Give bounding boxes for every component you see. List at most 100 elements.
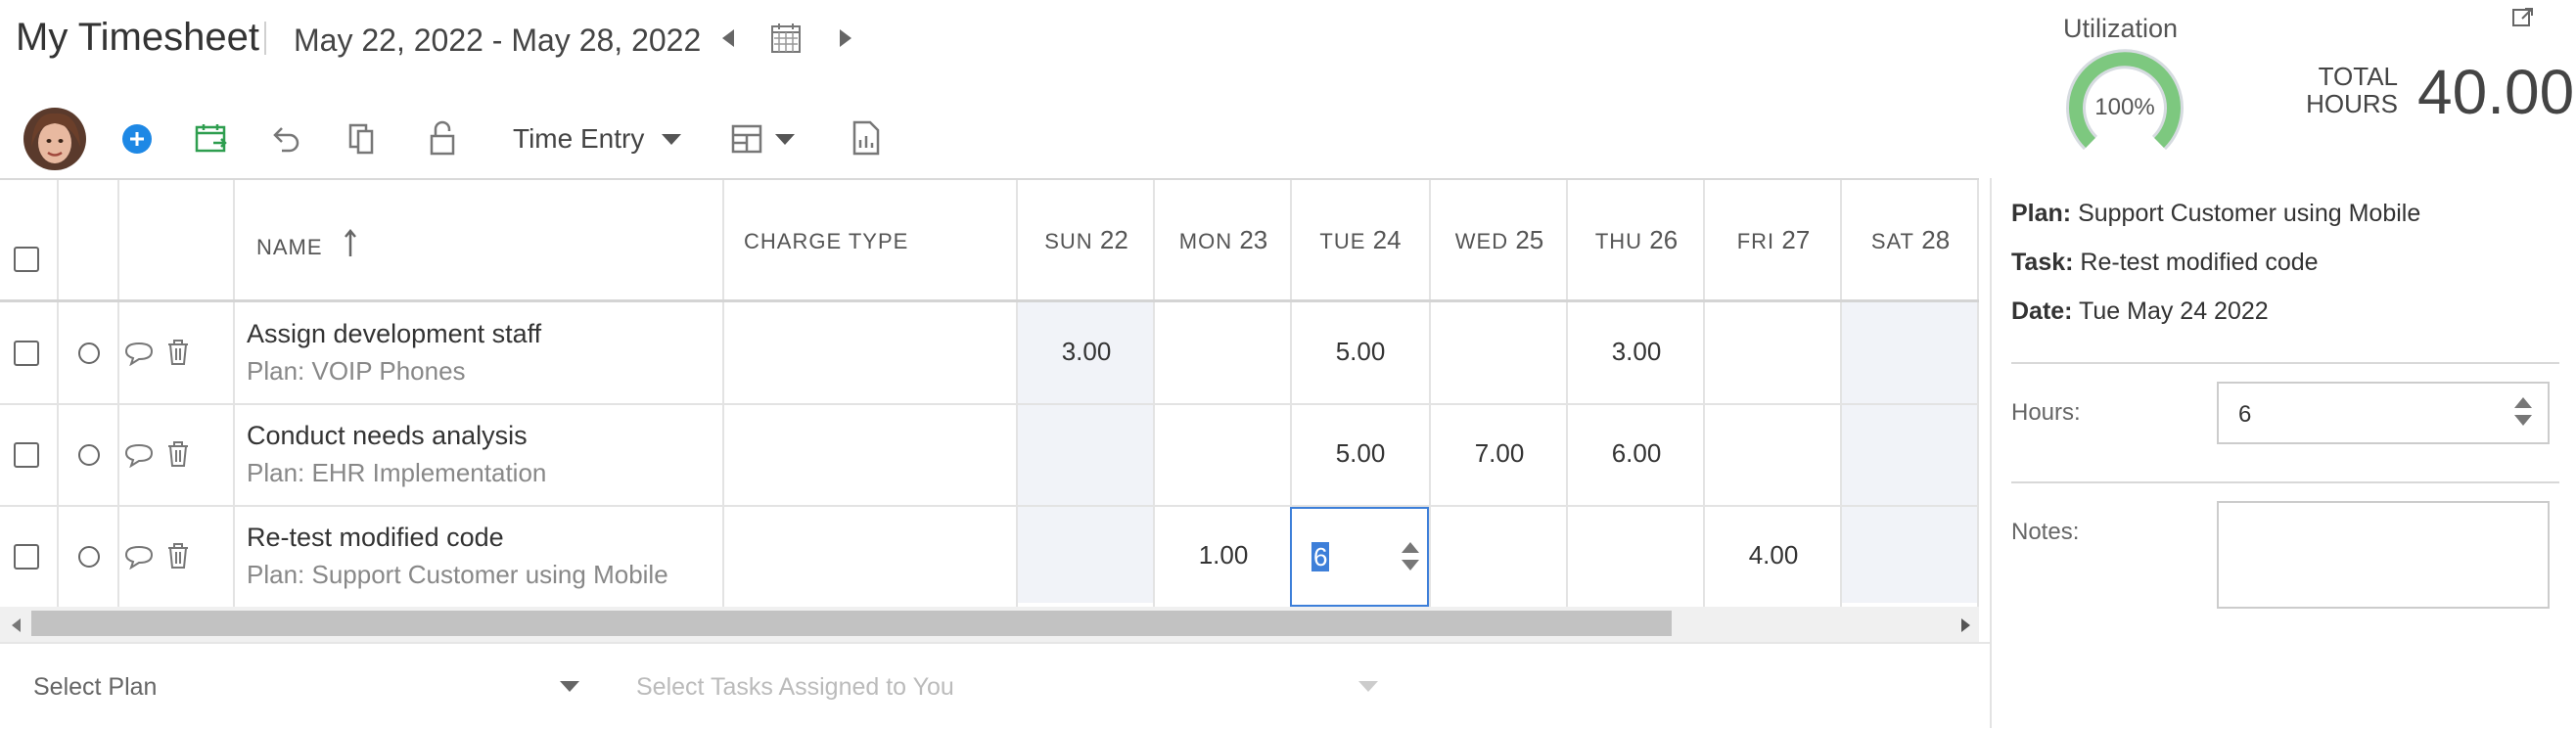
select-tasks-placeholder: Select Tasks Assigned to You bbox=[636, 673, 954, 701]
trash-icon[interactable] bbox=[166, 440, 190, 468]
name-column-header[interactable]: NAME bbox=[256, 229, 357, 264]
total-label-line2: HOURS bbox=[2306, 89, 2398, 118]
chevron-down-icon bbox=[560, 681, 579, 692]
hours-field[interactable]: 6 bbox=[2217, 382, 2550, 444]
row-checkbox[interactable] bbox=[14, 341, 39, 366]
grid-line bbox=[722, 180, 724, 607]
row-checkbox[interactable] bbox=[14, 544, 39, 570]
calendar-button[interactable] bbox=[769, 22, 803, 57]
select-plan-dropdown[interactable]: Select Plan bbox=[0, 644, 597, 728]
name-header-label: NAME bbox=[256, 235, 323, 259]
task-plan: Plan: VOIP Phones bbox=[247, 356, 466, 386]
status-circle-icon[interactable] bbox=[78, 546, 100, 568]
scroll-left-icon[interactable] bbox=[12, 618, 21, 632]
report-button[interactable] bbox=[850, 119, 883, 157]
next-week-button[interactable] bbox=[840, 29, 859, 51]
avatar[interactable] bbox=[23, 108, 86, 170]
chevron-down-icon bbox=[1358, 681, 1378, 692]
chevron-down-icon bbox=[775, 133, 795, 145]
spinner-up-icon[interactable] bbox=[2514, 397, 2532, 408]
caret-right-icon bbox=[840, 29, 851, 47]
horizontal-scrollbar[interactable] bbox=[0, 607, 1979, 642]
spinner-down-icon[interactable] bbox=[1402, 560, 1419, 570]
expand-icon bbox=[2512, 8, 2533, 26]
total-hours-value: 40.00 bbox=[2417, 57, 2575, 127]
calendar-sync-icon bbox=[195, 124, 227, 153]
divider bbox=[2011, 362, 2559, 364]
hours-cell-input-value[interactable]: 6 bbox=[1311, 542, 1330, 571]
task-name[interactable]: Assign development staff bbox=[247, 319, 541, 349]
day-header-tue: TUE 24 bbox=[1292, 225, 1429, 255]
utilization-label: Utilization bbox=[2063, 14, 2179, 43]
day-dow: WED bbox=[1454, 229, 1509, 253]
detail-task-value: Re-test modified code bbox=[2080, 249, 2319, 276]
day-num: 22 bbox=[1099, 225, 1128, 254]
day-num: 25 bbox=[1515, 225, 1544, 254]
add-task-bar: Select Plan Select Tasks Assigned to You bbox=[0, 642, 1990, 730]
hours-cell[interactable]: 5.00 bbox=[1292, 438, 1429, 469]
unlock-icon bbox=[430, 120, 455, 156]
avatar-image bbox=[23, 108, 86, 170]
grid-line bbox=[57, 180, 59, 607]
task-plan: Plan: EHR Implementation bbox=[247, 458, 547, 487]
header-bottom-line bbox=[0, 299, 1979, 302]
day-dow: SAT bbox=[1870, 229, 1914, 253]
calendar-sync-button[interactable] bbox=[194, 121, 229, 157]
scroll-right-icon[interactable] bbox=[1961, 618, 1970, 632]
day-header-mon: MON 23 bbox=[1155, 225, 1292, 255]
comment-icon[interactable] bbox=[123, 341, 155, 366]
page-title: My Timesheet bbox=[16, 16, 259, 59]
day-header-fri: FRI 27 bbox=[1705, 225, 1842, 255]
scrollbar-thumb[interactable] bbox=[31, 611, 1672, 636]
hours-cell[interactable]: 4.00 bbox=[1705, 540, 1842, 570]
select-tasks-dropdown[interactable]: Select Tasks Assigned to You bbox=[617, 644, 1380, 728]
hours-cell[interactable]: 1.00 bbox=[1155, 540, 1292, 570]
day-header-sat: SAT 28 bbox=[1842, 225, 1979, 255]
row-checkbox[interactable] bbox=[14, 442, 39, 468]
row-line bbox=[0, 505, 1979, 507]
hours-cell[interactable]: 7.00 bbox=[1431, 438, 1568, 469]
detail-task: Task: Re-test modified code bbox=[2011, 249, 2319, 277]
grid-line bbox=[117, 180, 119, 607]
hours-field-value[interactable]: 6 bbox=[2238, 401, 2251, 429]
copy-button[interactable] bbox=[345, 121, 380, 157]
expand-button[interactable] bbox=[2511, 6, 2535, 29]
view-select[interactable]: Time Entry bbox=[513, 119, 689, 159]
hours-cell-editor[interactable]: 6 bbox=[1290, 507, 1429, 607]
hours-cell[interactable]: 5.00 bbox=[1292, 337, 1429, 367]
lock-button[interactable] bbox=[425, 119, 460, 157]
report-icon bbox=[852, 120, 880, 156]
timesheet-grid: NAME CHARGE TYPE SUN 22 MON 23 TUE 24 WE… bbox=[0, 178, 1979, 609]
select-all-checkbox[interactable] bbox=[14, 247, 39, 272]
status-circle-icon[interactable] bbox=[78, 342, 100, 364]
divider bbox=[2011, 481, 2559, 483]
hours-cell[interactable]: 6.00 bbox=[1568, 438, 1705, 469]
entry-detail-panel: Plan: Support Customer using Mobile Task… bbox=[1990, 178, 2576, 728]
comment-icon[interactable] bbox=[123, 442, 155, 468]
utilization-gauge: 100% bbox=[2063, 49, 2186, 157]
undo-button[interactable] bbox=[268, 121, 303, 157]
hours-cell[interactable]: 3.00 bbox=[1018, 337, 1155, 367]
add-button[interactable] bbox=[121, 123, 153, 155]
layout-menu-button[interactable] bbox=[730, 119, 803, 159]
row-line bbox=[0, 403, 1979, 405]
charge-type-column-header[interactable]: CHARGE TYPE bbox=[744, 229, 908, 254]
detail-plan-value: Support Customer using Mobile bbox=[2078, 200, 2421, 227]
saturday-column-shade bbox=[1842, 301, 1979, 603]
day-num: 28 bbox=[1921, 225, 1951, 254]
status-circle-icon[interactable] bbox=[78, 444, 100, 466]
spinner-up-icon[interactable] bbox=[1402, 542, 1419, 553]
task-name[interactable]: Conduct needs analysis bbox=[247, 421, 528, 451]
comment-icon[interactable] bbox=[123, 544, 155, 570]
trash-icon[interactable] bbox=[166, 339, 190, 366]
trash-icon[interactable] bbox=[166, 542, 190, 570]
hours-cell[interactable]: 3.00 bbox=[1568, 337, 1705, 367]
day-dow: MON bbox=[1178, 229, 1233, 253]
notes-field[interactable] bbox=[2217, 501, 2550, 609]
prev-week-button[interactable] bbox=[722, 29, 742, 51]
caret-left-icon bbox=[722, 29, 734, 47]
plus-circle-icon bbox=[122, 124, 152, 154]
spinner-down-icon[interactable] bbox=[2514, 415, 2532, 426]
task-name[interactable]: Re-test modified code bbox=[247, 523, 504, 553]
day-dow: TUE bbox=[1319, 229, 1366, 253]
